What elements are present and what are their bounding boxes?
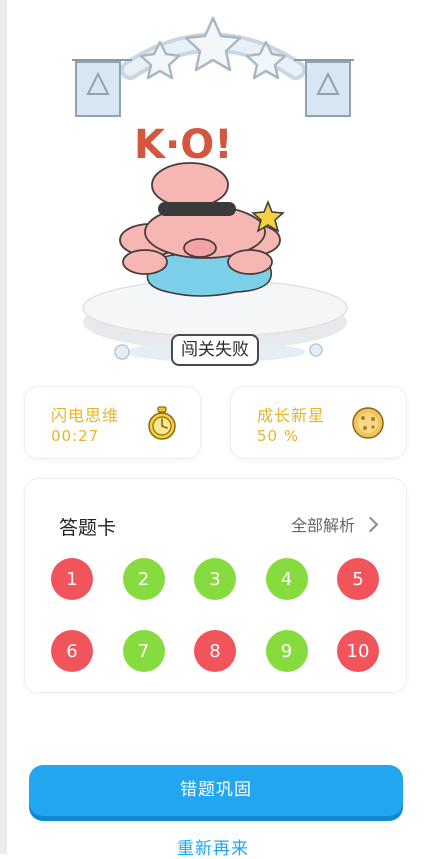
stat-title: 闪电思维 — [51, 406, 120, 425]
view-all-label: 全部解析 — [290, 516, 355, 535]
growth-stat-card: 成长新星 50 % — [230, 386, 407, 459]
cookie-icon — [352, 407, 384, 439]
retry-link[interactable]: 重新再来 — [0, 834, 426, 859]
question-6-button[interactable]: 6 — [51, 630, 93, 672]
chevron-right-icon — [362, 516, 379, 532]
question-1-button[interactable]: 1 — [51, 558, 93, 600]
stat-value: 00:27 — [51, 427, 100, 445]
question-5-button[interactable]: 5 — [337, 558, 379, 600]
review-mistakes-button[interactable]: 错题巩固 — [29, 765, 403, 821]
stat-title: 成长新星 — [257, 406, 326, 425]
stopwatch-icon — [148, 406, 176, 440]
question-4-button[interactable]: 4 — [265, 558, 308, 600]
pig-character-icon — [119, 162, 281, 275]
speed-stat-card: 闪电思维 00:27 — [24, 386, 201, 459]
question-8-button[interactable]: 8 — [194, 630, 236, 672]
view-all-analysis-link[interactable]: 全部解析 — [290, 512, 379, 536]
answer-card-title: 答题卡 — [59, 517, 117, 539]
star-icon — [139, 16, 287, 80]
question-grid: 1 2 3 4 5 6 7 8 9 10 — [51, 558, 383, 672]
stat-value: 50 % — [257, 427, 300, 445]
question-7-button[interactable]: 7 — [122, 630, 165, 672]
result-hero: K·O! 闯关失败 — [0, 0, 426, 380]
ko-text: K·O! — [134, 122, 232, 168]
ko-illustration: K·O! — [72, 16, 354, 362]
question-2-button[interactable]: 2 — [122, 558, 165, 600]
question-10-button[interactable]: 10 — [337, 630, 379, 672]
answer-card: 答题卡 全部解析 1 2 3 4 5 6 7 8 9 10 — [24, 478, 407, 693]
question-9-button[interactable]: 9 — [265, 630, 308, 672]
question-3-button[interactable]: 3 — [194, 558, 236, 600]
result-label: 闯关失败 — [171, 334, 259, 366]
